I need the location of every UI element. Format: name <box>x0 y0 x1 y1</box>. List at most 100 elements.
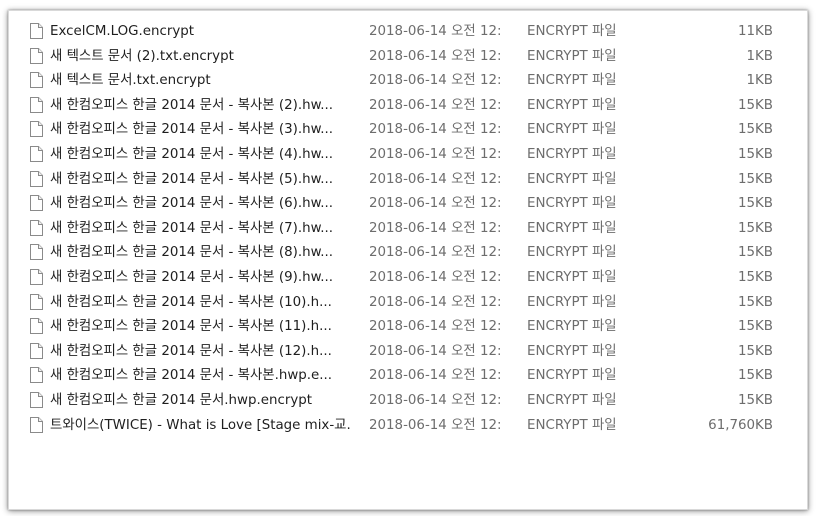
file-name: 새 한컴오피스 한글 2014 문서 - 복사본 (7).hw... <box>50 220 334 236</box>
file-row[interactable]: 새 한컴오피스 한글 2014 문서 - 복사본 (5).hw... 2018-… <box>9 168 807 193</box>
file-type: ENCRYPT 파일 <box>527 73 617 89</box>
file-type: ENCRYPT 파일 <box>527 24 617 39</box>
generic-file-icon <box>30 96 43 113</box>
file-modified-date: 2018-06-14 오전 12: <box>369 122 502 138</box>
file-modified-date: 2018-06-14 오전 12: <box>369 392 502 408</box>
file-modified-date: 2018-06-14 오전 12: <box>369 319 502 335</box>
file-size: 1KB <box>746 48 774 64</box>
file-type: ENCRYPT 파일 <box>527 417 617 433</box>
file-name: 새 한컴오피스 한글 2014 문서.hwp.encrypt <box>50 392 313 408</box>
file-name: 새 한컴오피스 한글 2014 문서 - 복사본 (8).hw... <box>50 245 334 261</box>
file-row[interactable]: 새 한컴오피스 한글 2014 문서 - 복사본 (6).hw... 2018-… <box>9 192 807 217</box>
generic-file-icon <box>30 244 43 261</box>
file-name: 새 한컴오피스 한글 2014 문서 - 복사본.hwp.e... <box>50 368 333 384</box>
file-modified-date: 2018-06-14 오전 12: <box>369 146 502 162</box>
generic-file-icon <box>30 293 43 310</box>
file-type: ENCRYPT 파일 <box>527 269 617 285</box>
file-name: 새 한컴오피스 한글 2014 문서 - 복사본 (6).hw... <box>50 196 334 212</box>
file-type: ENCRYPT 파일 <box>527 392 617 408</box>
file-size: 15KB <box>737 220 773 236</box>
file-row[interactable]: 새 한컴오피스 한글 2014 문서 - 복사본 (7).hw... 2018-… <box>9 217 807 242</box>
file-name: 새 텍스트 문서 (2).txt.encrypt <box>50 48 234 64</box>
file-type: ENCRYPT 파일 <box>527 146 617 162</box>
generic-file-icon <box>30 416 43 433</box>
file-row[interactable]: 새 한컴오피스 한글 2014 문서 - 복사본 (11).h... 2018-… <box>9 315 807 340</box>
file-type: ENCRYPT 파일 <box>527 97 617 113</box>
file-size: 15KB <box>737 196 773 212</box>
file-modified-date: 2018-06-14 오전 12: <box>369 24 502 39</box>
file-name: 트와이스(TWICE) - What is Love [Stage mix-교.… <box>50 417 350 433</box>
file-row[interactable]: 새 텍스트 문서 (2).txt.encrypt 2018-06-14 오전 1… <box>9 45 807 70</box>
file-name: 새 텍스트 문서.txt.encrypt <box>50 73 211 89</box>
file-size: 15KB <box>737 122 773 138</box>
file-row[interactable]: 새 한컴오피스 한글 2014 문서 - 복사본 (9).hw... 2018-… <box>9 266 807 291</box>
file-size: 15KB <box>737 97 773 113</box>
generic-file-icon <box>30 342 43 359</box>
file-size: 15KB <box>737 368 773 384</box>
file-size: 15KB <box>737 343 773 359</box>
file-type: ENCRYPT 파일 <box>527 294 617 310</box>
generic-file-icon <box>30 318 43 335</box>
file-row[interactable]: 새 텍스트 문서.txt.encrypt 2018-06-14 오전 12: E… <box>9 69 807 94</box>
file-name: 새 한컴오피스 한글 2014 문서 - 복사본 (5).hw... <box>50 171 334 187</box>
file-size: 15KB <box>737 245 773 261</box>
generic-file-icon <box>30 145 43 162</box>
file-modified-date: 2018-06-14 오전 12: <box>369 245 502 261</box>
file-modified-date: 2018-06-14 오전 12: <box>369 417 502 433</box>
file-name: 새 한컴오피스 한글 2014 문서 - 복사본 (12).h... <box>50 343 332 359</box>
file-type: ENCRYPT 파일 <box>527 368 617 384</box>
file-type: ENCRYPT 파일 <box>527 196 617 212</box>
file-type: ENCRYPT 파일 <box>527 171 617 187</box>
file-row[interactable]: 새 한컴오피스 한글 2014 문서 - 복사본 (12).h... 2018-… <box>9 340 807 365</box>
file-type: ENCRYPT 파일 <box>527 48 617 64</box>
file-modified-date: 2018-06-14 오전 12: <box>369 48 502 64</box>
file-row[interactable]: 새 한컴오피스 한글 2014 문서 - 복사본 (2).hw... 2018-… <box>9 94 807 119</box>
file-size: 15KB <box>737 294 773 310</box>
file-row[interactable]: 새 한컴오피스 한글 2014 문서 - 복사본.hwp.e... 2018-0… <box>9 364 807 389</box>
file-modified-date: 2018-06-14 오전 12: <box>369 196 502 212</box>
file-size: 11KB <box>737 24 773 39</box>
file-list: ExcelCM.LOG.encrypt 2018-06-14 오전 12: EN… <box>9 20 807 438</box>
file-name: 새 한컴오피스 한글 2014 문서 - 복사본 (3).hw... <box>50 122 334 138</box>
file-size: 15KB <box>737 146 773 162</box>
file-row[interactable]: 새 한컴오피스 한글 2014 문서 - 복사본 (10).h... 2018-… <box>9 291 807 316</box>
file-size: 15KB <box>737 319 773 335</box>
generic-file-icon <box>30 195 43 212</box>
generic-file-icon <box>30 367 43 384</box>
file-size: 61,760KB <box>708 417 773 433</box>
file-row[interactable]: 새 한컴오피스 한글 2014 문서 - 복사본 (4).hw... 2018-… <box>9 143 807 168</box>
file-row[interactable]: ExcelCM.LOG.encrypt 2018-06-14 오전 12: EN… <box>9 20 807 45</box>
file-name: 새 한컴오피스 한글 2014 문서 - 복사본 (2).hw... <box>50 97 334 113</box>
file-modified-date: 2018-06-14 오전 12: <box>369 220 502 236</box>
file-name: 새 한컴오피스 한글 2014 문서 - 복사본 (10).h... <box>50 294 332 310</box>
generic-file-icon <box>30 268 43 285</box>
generic-file-icon <box>30 72 43 89</box>
file-row[interactable]: 새 한컴오피스 한글 2014 문서 - 복사본 (8).hw... 2018-… <box>9 241 807 266</box>
file-size: 15KB <box>737 269 773 285</box>
generic-file-icon <box>30 170 43 187</box>
generic-file-icon <box>30 121 43 138</box>
file-explorer-window: ExcelCM.LOG.encrypt 2018-06-14 오전 12: EN… <box>8 10 808 510</box>
file-modified-date: 2018-06-14 오전 12: <box>369 171 502 187</box>
file-size: 15KB <box>737 392 773 408</box>
file-size: 15KB <box>737 171 773 187</box>
file-size: 1KB <box>746 73 774 89</box>
file-name: ExcelCM.LOG.encrypt <box>50 24 195 39</box>
file-modified-date: 2018-06-14 오전 12: <box>369 368 502 384</box>
file-row[interactable]: 트와이스(TWICE) - What is Love [Stage mix-교.… <box>9 414 807 439</box>
generic-file-icon <box>30 23 43 39</box>
file-modified-date: 2018-06-14 오전 12: <box>369 73 502 89</box>
file-name: 새 한컴오피스 한글 2014 문서 - 복사본 (9).hw... <box>50 269 334 285</box>
file-row[interactable]: 새 한컴오피스 한글 2014 문서 - 복사본 (3).hw... 2018-… <box>9 118 807 143</box>
file-type: ENCRYPT 파일 <box>527 122 617 138</box>
generic-file-icon <box>30 219 43 236</box>
file-modified-date: 2018-06-14 오전 12: <box>369 269 502 285</box>
file-type: ENCRYPT 파일 <box>527 319 617 335</box>
file-type: ENCRYPT 파일 <box>527 220 617 236</box>
file-modified-date: 2018-06-14 오전 12: <box>369 343 502 359</box>
generic-file-icon <box>30 47 43 64</box>
generic-file-icon <box>30 391 43 408</box>
file-row[interactable]: 새 한컴오피스 한글 2014 문서.hwp.encrypt 2018-06-1… <box>9 389 807 414</box>
file-name: 새 한컴오피스 한글 2014 문서 - 복사본 (4).hw... <box>50 146 334 162</box>
file-modified-date: 2018-06-14 오전 12: <box>369 294 502 310</box>
